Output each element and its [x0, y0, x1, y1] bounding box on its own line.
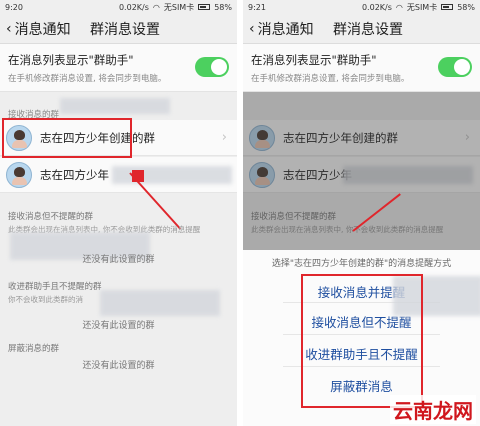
status-battery: 58% [214, 2, 232, 12]
show-helper-setting: 在消息列表显示"群助手" 在手机修改群消息设置, 将会同步到电脑。 [243, 44, 480, 92]
status-bar: 9:20 0.02K/s ◠ 无SIM卡 58% [0, 0, 237, 14]
status-battery: 58% [457, 2, 475, 12]
highlight-box [2, 118, 132, 158]
wifi-icon: ◠ [395, 2, 403, 12]
right-screen: 9:21 0.02K/s ◠ 无SIM卡 58% ‹ 消息通知 群消息设置 在消… [243, 0, 480, 426]
status-speed: 0.02K/s [361, 2, 392, 12]
show-helper-toggle[interactable] [195, 57, 229, 77]
title-bar: ‹ 消息通知 群消息设置 [0, 14, 237, 44]
group-name: 志在四方少年 [40, 167, 109, 182]
setting-description: 在手机修改群消息设置, 将会同步到电脑。 [251, 74, 410, 84]
status-carrier: 无SIM卡 [163, 2, 195, 12]
status-carrier: 无SIM卡 [406, 2, 438, 12]
wifi-icon: ◠ [152, 2, 160, 12]
status-time: 9:20 [5, 2, 23, 12]
battery-icon [441, 4, 454, 10]
helper-description: 你不会收到此类群的消 [8, 295, 83, 304]
page-title: 群消息设置 [90, 21, 160, 38]
status-time: 9:21 [248, 2, 266, 12]
left-screen: 9:20 0.02K/s ◠ 无SIM卡 58% ‹ 消息通知 群消息设置 在消… [0, 0, 237, 426]
status-bar: 9:21 0.02K/s ◠ 无SIM卡 58% [243, 0, 480, 14]
battery-icon [198, 4, 211, 10]
back-button[interactable]: ‹ 消息通知 [0, 19, 90, 39]
setting-description: 在手机修改群消息设置, 将会同步到电脑。 [8, 74, 167, 84]
status-speed: 0.02K/s [118, 2, 149, 12]
show-helper-toggle[interactable] [438, 57, 472, 77]
highlight-marker [132, 170, 144, 182]
helper-label: 收进群助手且不提醒的群 [8, 282, 102, 292]
page-title: 群消息设置 [333, 21, 403, 38]
sheet-title: 选择"志在四方少年创建的群"的消息提醒方式 [271, 259, 452, 269]
back-button[interactable]: ‹ 消息通知 [243, 19, 333, 39]
back-label: 消息通知 [257, 21, 314, 38]
group-avatar [6, 161, 32, 188]
chevron-right-icon: › [221, 130, 227, 145]
title-bar: ‹ 消息通知 群消息设置 [243, 14, 480, 44]
empty-text: 还没有此设置的群 [82, 255, 155, 265]
watermark-logo: 云南龙网 [390, 395, 476, 424]
empty-text: 还没有此设置的群 [82, 321, 155, 331]
highlight-box [301, 274, 423, 408]
blocked-label: 屏蔽消息的群 [8, 344, 60, 354]
back-label: 消息通知 [14, 21, 71, 38]
empty-text: 还没有此设置的群 [82, 361, 155, 371]
no-remind-label: 接收消息但不提醒的群 [8, 212, 94, 222]
blur-mask [60, 98, 170, 114]
blur-mask [100, 290, 220, 316]
show-helper-setting: 在消息列表显示"群助手" 在手机修改群消息设置, 将会同步到电脑。 [0, 44, 237, 92]
chevron-left-icon: ‹ [6, 20, 12, 37]
chevron-left-icon: ‹ [249, 20, 255, 37]
